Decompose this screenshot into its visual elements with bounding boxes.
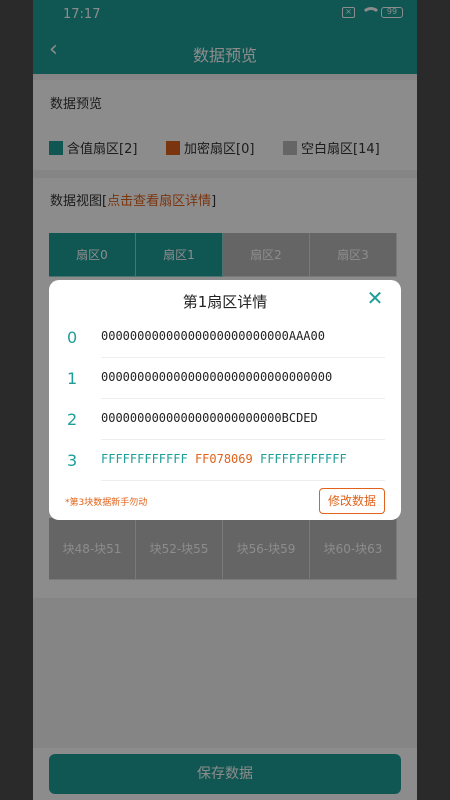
row-divider (101, 357, 385, 358)
key-a: FFFFFFFFFFFF (101, 452, 188, 466)
row-divider (101, 398, 385, 399)
block-index: 1 (67, 369, 78, 388)
block-data: 0000000000000000000000000BCDED (101, 411, 318, 425)
block-row-0: 0 00000000000000000000000000AAA00 (49, 318, 401, 358)
block-index: 2 (67, 410, 78, 429)
sector-detail-dialog: 第1扇区详情 ✕ 0 00000000000000000000000000AAA… (49, 280, 401, 520)
close-icon[interactable]: ✕ (363, 286, 387, 310)
block-data: 00000000000000000000000000AAA00 (101, 329, 325, 343)
block-row-3: 3 FFFFFFFFFFFF FF078069 FFFFFFFFFFFF (49, 441, 401, 481)
block-row-1: 1 00000000000000000000000000000000 (49, 359, 401, 399)
row-divider (101, 480, 385, 481)
edit-data-button[interactable]: 修改数据 (319, 488, 385, 514)
modal-overlay[interactable]: 第1扇区详情 ✕ 0 00000000000000000000000000AAA… (33, 0, 417, 800)
access-bits: FF078069 (194, 452, 253, 466)
block-data: 00000000000000000000000000000000 (101, 370, 333, 384)
app-screen: 17:17 × 99 ‹ 数据预览 数据预览 含值扇区[2] 加密扇区[0] 空… (33, 0, 417, 800)
block-data-trailer: FFFFFFFFFFFF FF078069 FFFFFFFFFFFF (101, 452, 347, 466)
key-b: FFFFFFFFFFFF (259, 452, 347, 466)
block-index: 3 (67, 451, 78, 470)
dialog-title: 第1扇区详情 (182, 293, 268, 311)
block-row-2: 2 0000000000000000000000000BCDED (49, 400, 401, 440)
block-index: 0 (67, 328, 78, 347)
row-divider (101, 439, 385, 440)
warning-note: *第3块数据新手勿动 (65, 498, 148, 508)
